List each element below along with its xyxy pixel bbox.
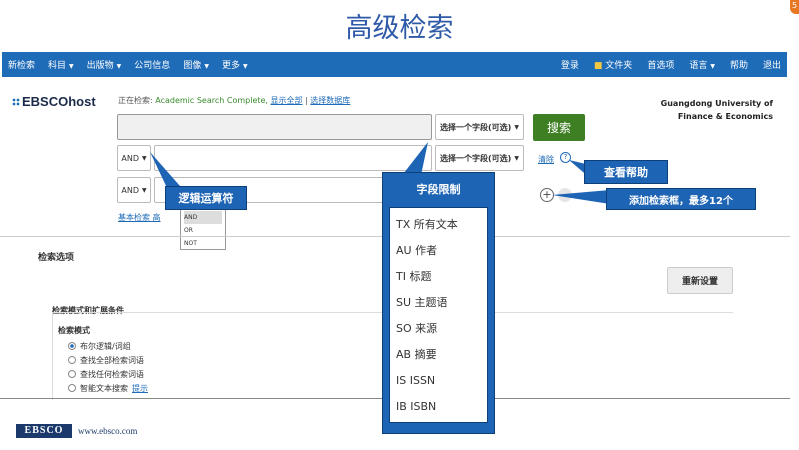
bool-operator-dropdown: AND OR NOT [180, 208, 226, 250]
field-select-label: 选择一个字段(可选) [440, 153, 512, 163]
field-option[interactable]: SU 主题语 [396, 290, 487, 316]
basic-search-link[interactable]: 基本检索 高 [118, 213, 161, 222]
remove-row-button[interactable] [558, 188, 572, 202]
caret-down-icon: ▼ [514, 154, 519, 162]
nav-folder[interactable]: ■ 文件夹 [594, 58, 632, 71]
clear-link[interactable]: 清除 [538, 154, 554, 165]
nav-label: 新检索 [8, 61, 36, 71]
callout-field-title: 字段限制 [416, 183, 461, 196]
search-options-title: 检索选项 [38, 253, 75, 263]
search-row-2: AND ▼ 选择一个字段(可选) ▼ [117, 145, 524, 171]
searching-label: 正在检索: [118, 96, 156, 105]
bool-label: AND [121, 153, 139, 163]
search-mode-links: 基本检索 高 [118, 212, 161, 223]
slide-title: 高级检索 [345, 13, 454, 44]
show-all-link[interactable]: 显示全部 [271, 96, 303, 105]
field-code-list: TX 所有文本 AU 作者 TI 标题 SU 主题语 SO 来源 AB 摘要 I… [389, 207, 488, 423]
nav-exit[interactable]: 退出 [763, 58, 781, 71]
bool-select-2[interactable]: AND ▼ [117, 145, 151, 171]
nav-subjects[interactable]: 科目 ▼ [48, 58, 74, 71]
mode-option[interactable]: 布尔逻辑/词组 [68, 340, 148, 354]
organization-name: Guangdong University of Finance & Econom… [660, 99, 773, 121]
field-option[interactable]: IB ISBN [396, 394, 487, 420]
caret-down-icon: ▼ [204, 63, 209, 70]
search-button[interactable]: 搜索 [533, 114, 585, 141]
slide-number-badge: 5 [790, 0, 799, 14]
radio-selected-icon [68, 342, 76, 350]
top-navigation-bar: 新检索 科目 ▼ 出版物 ▼ 公司信息 图像 ▼ 更多 ▼ 登录 ■ 文件夹 首选项 语… [2, 52, 787, 77]
search-input-1[interactable] [117, 114, 432, 140]
ebsco-url: www.ebsco.com [78, 426, 138, 436]
bool-option-not[interactable]: NOT [184, 237, 222, 250]
nav-images[interactable]: 图像 ▼ [183, 58, 209, 71]
caret-down-icon: ▼ [514, 123, 519, 131]
logo-dots-icon [12, 97, 20, 106]
nav-more[interactable]: 更多 ▼ [222, 58, 248, 71]
nav-language[interactable]: 语言 ▼ [689, 58, 715, 71]
search-row-3: AND ▼ [117, 177, 384, 203]
nav-label: 公司信息 [134, 61, 171, 71]
search-row-1: 选择一个字段(可选) ▼ [117, 114, 524, 140]
nav-label: 语言 [689, 61, 708, 71]
callout-logic-operator: 逻辑运算符 [165, 186, 247, 210]
caret-down-icon: ▼ [142, 186, 147, 194]
field-select-label: 选择一个字段(可选) [440, 122, 512, 132]
search-mode-list: 布尔逻辑/词组 查找全部检索词语 查找任何检索词语 智能文本搜索 提示 [68, 340, 148, 396]
nav-help[interactable]: 帮助 [730, 58, 748, 71]
field-select-2[interactable]: 选择一个字段(可选) ▼ [435, 145, 524, 171]
field-option[interactable]: AB 摘要 [396, 342, 487, 368]
nav-new-search[interactable]: 新检索 [8, 58, 35, 71]
ebscohost-logo[interactable]: EBSCOhost [12, 94, 96, 109]
folder-icon: ■ [593, 61, 603, 71]
nav-publications[interactable]: 出版物 ▼ [87, 58, 122, 71]
database-name: Academic Search Complete, [155, 96, 268, 105]
slide: 高级检索 5 新检索 科目 ▼ 出版物 ▼ 公司信息 图像 ▼ 更多 ▼ 登录 ■ 文件… [0, 0, 799, 450]
callout-field-limit: 字段限制 TX 所有文本 AU 作者 TI 标题 SU 主题语 SO 来源 AB… [382, 172, 495, 434]
caret-down-icon: ▼ [710, 63, 715, 70]
radio-icon [68, 384, 76, 392]
callout-help: 查看帮助 [584, 160, 668, 184]
caret-down-icon: ▼ [242, 63, 248, 70]
search-input-2[interactable] [154, 145, 432, 171]
radio-icon [68, 370, 76, 378]
nav-preferences[interactable]: 首选项 [647, 58, 674, 71]
help-icon[interactable]: ? [560, 152, 571, 163]
nav-label: 文件夹 [605, 61, 633, 71]
nav-sign-in[interactable]: 登录 [561, 58, 579, 71]
callout-add-box: 添加检索框，最多12个 [606, 188, 756, 210]
mode-option[interactable]: 智能文本搜索 提示 [68, 382, 148, 396]
caret-down-icon: ▼ [116, 63, 122, 70]
mode-label: 查找任何检索词语 [80, 370, 144, 379]
field-option[interactable]: AU 作者 [396, 238, 487, 264]
nav-label: 科目 [48, 61, 67, 71]
mode-option[interactable]: 查找任何检索词语 [68, 368, 148, 382]
reset-button[interactable]: 重新设置 [667, 267, 733, 294]
add-row-button[interactable]: + [540, 188, 554, 202]
bool-label: AND [121, 185, 139, 195]
bool-select-3[interactable]: AND ▼ [117, 177, 151, 203]
nav-label: 出版物 [86, 61, 114, 71]
mode-label: 智能文本搜索 [80, 384, 128, 393]
field-select-1[interactable]: 选择一个字段(可选) ▼ [435, 114, 524, 140]
mode-label: 布尔逻辑/词组 [80, 342, 131, 351]
field-option[interactable]: IS ISSN [396, 368, 487, 394]
field-option[interactable]: TI 标题 [396, 264, 487, 290]
mode-label: 查找全部检索词语 [80, 356, 144, 365]
mode-option[interactable]: 查找全部检索词语 [68, 354, 148, 368]
nav-label: 图像 [183, 61, 202, 71]
ebsco-logo: EBSCO [16, 424, 72, 438]
nav-label: 更多 [221, 61, 240, 71]
field-option[interactable]: TX 所有文本 [396, 212, 487, 238]
searching-info: 正在检索: Academic Search Complete, 显示全部 | 选… [118, 96, 351, 105]
field-option[interactable]: SO 来源 [396, 316, 487, 342]
mode-hint-link[interactable]: 提示 [132, 384, 148, 393]
search-mode-label: 检索模式 [58, 326, 90, 335]
choose-database-link[interactable]: 选择数据库 [310, 96, 350, 105]
nav-company-info[interactable]: 公司信息 [134, 58, 170, 71]
logo-text: EBSCOhost [22, 94, 96, 109]
caret-down-icon: ▼ [142, 154, 147, 162]
bool-option-and[interactable]: AND [184, 211, 222, 224]
caret-down-icon: ▼ [69, 63, 74, 70]
radio-icon [68, 356, 76, 364]
